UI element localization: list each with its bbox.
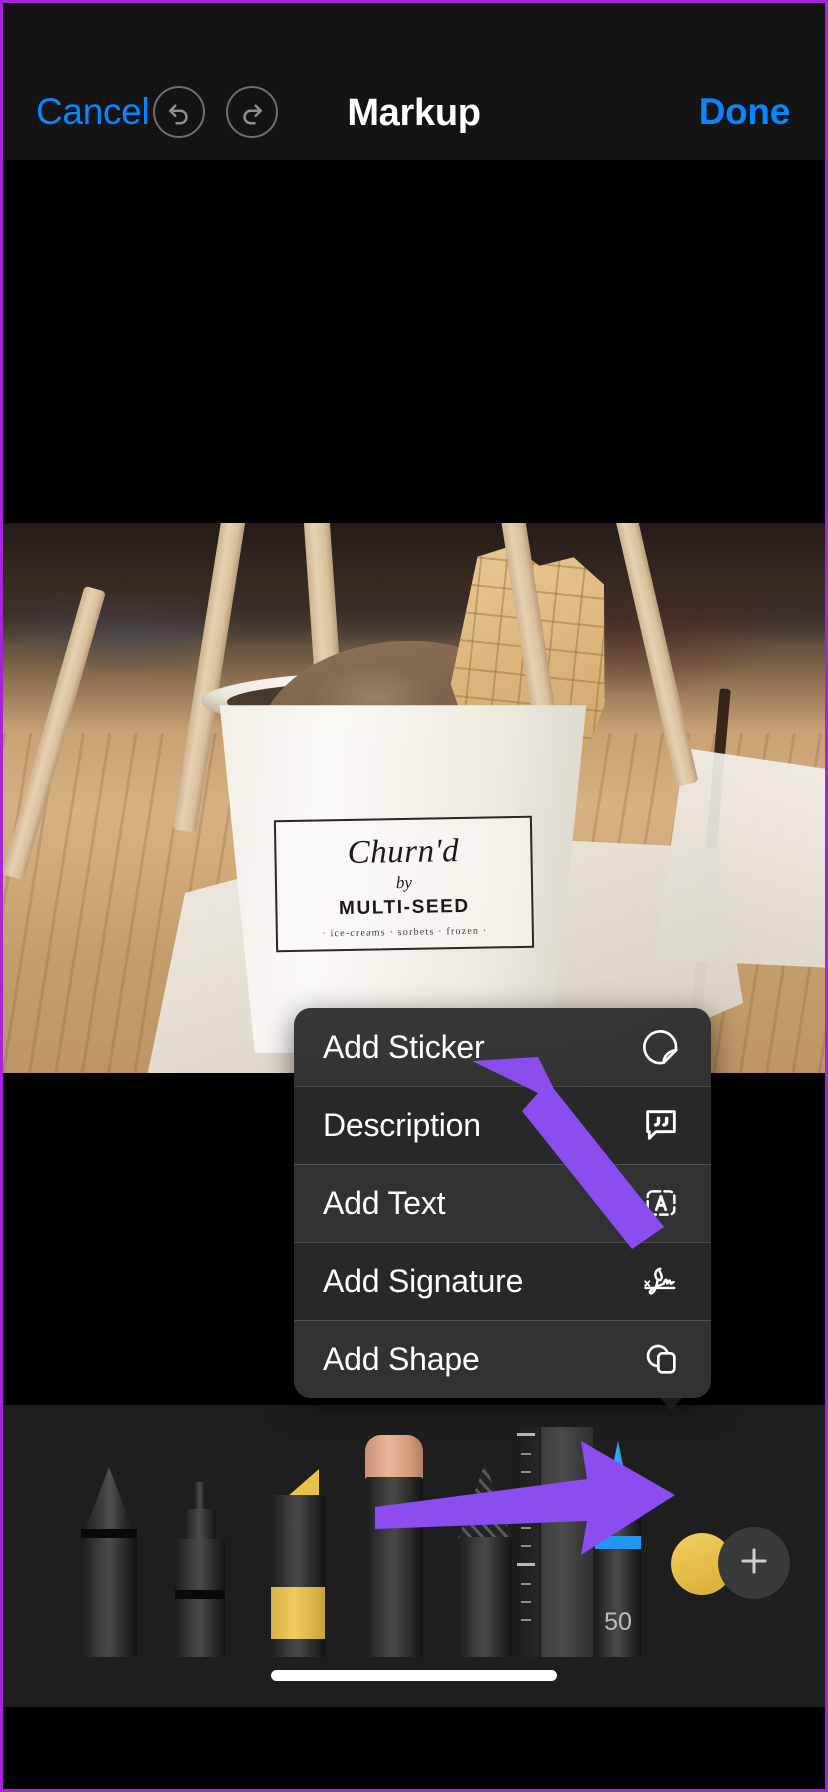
highlighter-color-band bbox=[271, 1587, 325, 1639]
redo-arrow-icon bbox=[237, 97, 267, 127]
done-button[interactable]: Done bbox=[699, 91, 791, 133]
menu-item-add-sticker[interactable]: Add Sticker bbox=[294, 1008, 711, 1086]
navigation-bar: Cancel Markup Done bbox=[3, 3, 825, 160]
markup-toolbar: 50 bbox=[3, 1405, 825, 1707]
text-box-a-icon bbox=[640, 1182, 682, 1224]
label-by: by bbox=[395, 872, 413, 893]
label-multiseed: MULTI-SEED bbox=[338, 895, 470, 920]
page-title: Markup bbox=[347, 92, 481, 134]
pen-body bbox=[81, 1541, 137, 1657]
pen-tool[interactable] bbox=[81, 1467, 137, 1657]
menu-item-label: Add Sticker bbox=[323, 1028, 485, 1065]
marker-tool[interactable] bbox=[175, 1482, 225, 1657]
add-markup-context-menu: Add Sticker Description Add Text Add Sig… bbox=[294, 1008, 711, 1398]
menu-item-add-shape[interactable]: Add Shape bbox=[294, 1320, 711, 1398]
ruler-ticks bbox=[513, 1427, 539, 1657]
photo-image: Churn'd by MULTI-SEED · ice-creams · sor… bbox=[3, 523, 825, 1073]
menu-item-label: Add Text bbox=[323, 1184, 446, 1221]
ruler-tool[interactable] bbox=[513, 1427, 603, 1657]
ink-pen-tool[interactable]: 50 bbox=[595, 1427, 641, 1657]
highlighter-tool[interactable] bbox=[271, 1462, 325, 1657]
undo-button[interactable] bbox=[153, 86, 205, 138]
tool-tray[interactable]: 50 bbox=[3, 1405, 825, 1657]
plus-icon bbox=[735, 1542, 773, 1585]
home-indicator bbox=[271, 1670, 557, 1681]
add-markup-button[interactable] bbox=[718, 1527, 790, 1599]
eraser-body bbox=[365, 1477, 423, 1657]
marker-ring bbox=[175, 1590, 225, 1599]
label-brand: Churn'd bbox=[347, 833, 460, 871]
photo-dark-band bbox=[3, 523, 825, 643]
marker-nib bbox=[194, 1482, 206, 1510]
signature-icon bbox=[640, 1260, 682, 1302]
pencil-tool[interactable] bbox=[458, 1463, 512, 1657]
markup-screen: Cancel Markup Done Churn'd by MULTI-SEED… bbox=[0, 0, 828, 1792]
redo-button[interactable] bbox=[226, 86, 278, 138]
menu-item-label: Add Shape bbox=[323, 1340, 480, 1377]
speech-bubble-quote-icon bbox=[640, 1104, 682, 1146]
highlighter-chisel-tip bbox=[287, 1469, 319, 1497]
pencil-tip bbox=[458, 1463, 512, 1539]
menu-item-label: Description bbox=[323, 1106, 481, 1143]
ruler-bar bbox=[541, 1427, 593, 1657]
menu-item-add-text[interactable]: Add Text bbox=[294, 1164, 711, 1242]
menu-item-add-signature[interactable]: Add Signature bbox=[294, 1242, 711, 1320]
cancel-button[interactable]: Cancel bbox=[36, 91, 150, 133]
photo-cup-label: Churn'd by MULTI-SEED · ice-creams · sor… bbox=[273, 815, 535, 953]
eraser-tool[interactable] bbox=[365, 1435, 423, 1657]
sticker-icon bbox=[640, 1026, 682, 1068]
undo-arrow-icon bbox=[164, 97, 194, 127]
ink-pen-color-band bbox=[595, 1536, 641, 1549]
menu-item-description[interactable]: Description bbox=[294, 1086, 711, 1164]
label-subtitle: · ice-creams · sorbets · frozen · bbox=[322, 925, 488, 940]
eraser-head bbox=[365, 1435, 423, 1481]
opacity-value: 50 bbox=[604, 1608, 632, 1636]
pencil-body bbox=[458, 1537, 512, 1657]
pen-ring bbox=[81, 1529, 137, 1538]
menu-item-label: Add Signature bbox=[323, 1262, 524, 1299]
shapes-icon bbox=[640, 1338, 682, 1380]
